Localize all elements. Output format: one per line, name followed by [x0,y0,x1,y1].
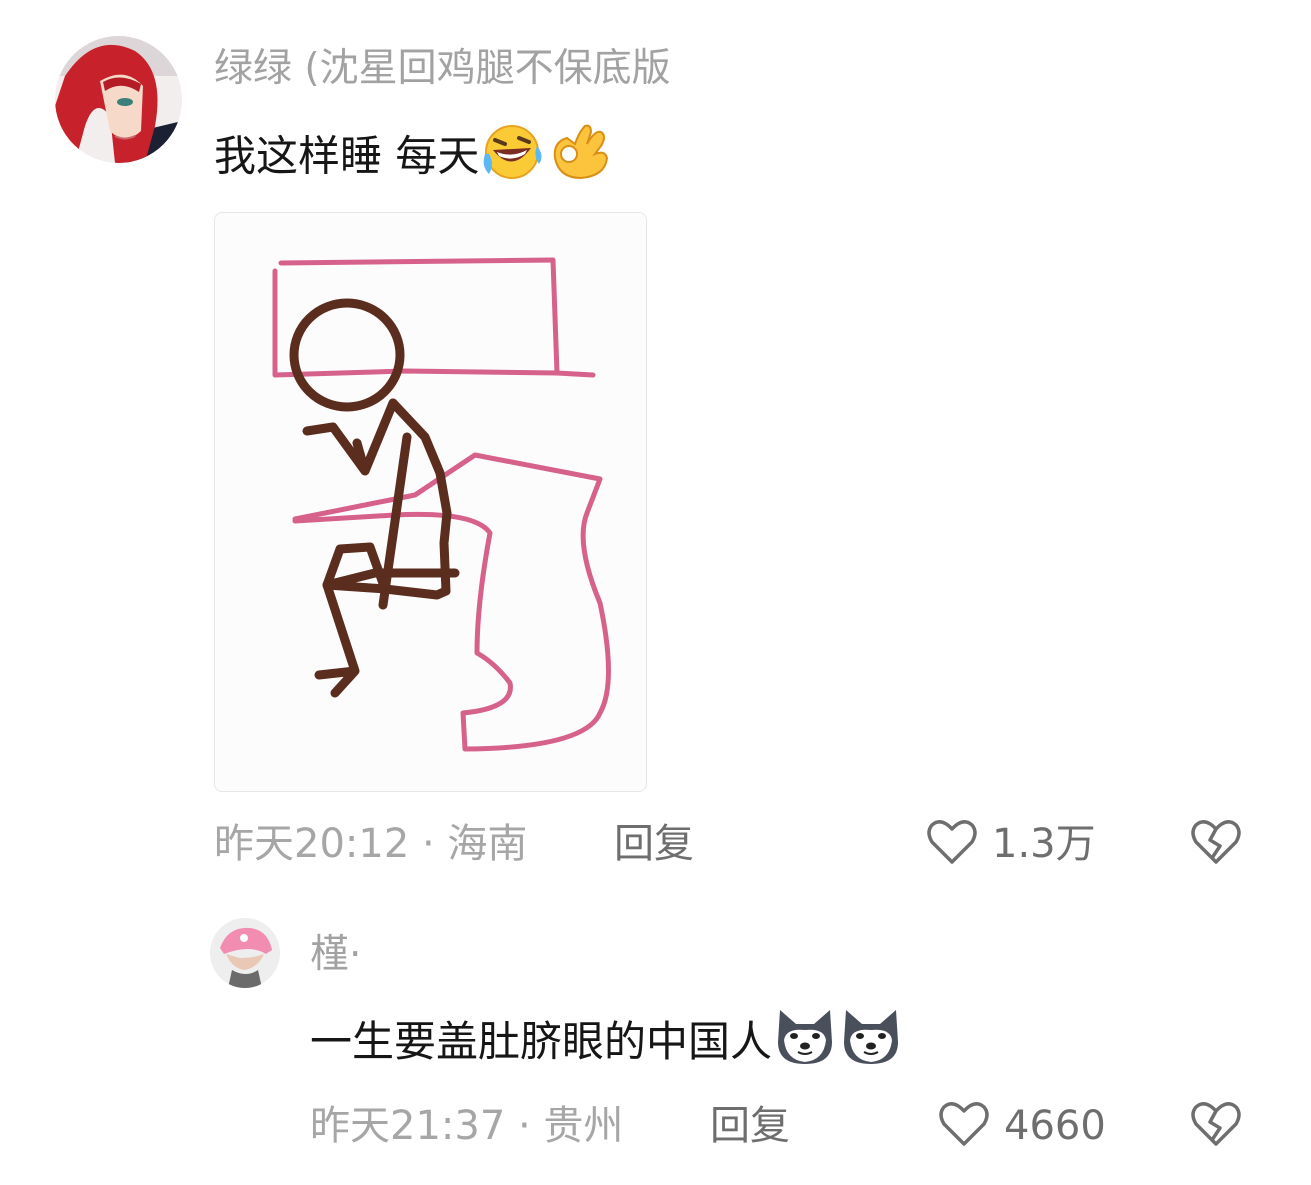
timestamp-location: 昨天21:37 · 贵州 [310,1103,624,1149]
husky-dog-emoji-icon [772,1004,838,1085]
heart-outline-icon [936,1096,992,1156]
reply-button[interactable]: 回复 [710,1098,790,1154]
like-count: 4660 [1004,1103,1106,1149]
comment-text: 一生要盖肚脐眼的中国人 [310,1004,904,1085]
attached-image[interactable] [214,212,647,792]
comment-item: 绿绿 (沈星回鸡腿不保底版 我这样睡 每天 昨天20:12 · 海南 回复 1.… [0,0,1311,880]
broken-heart-icon [1188,1102,1244,1156]
username[interactable]: 槿· [310,928,361,982]
reply-comment-item: 槿· 一生要盖肚脐眼的中国人 昨天21:37 · 贵州 回复 4660 [0,880,1311,1185]
comment-text: 我这样睡 每天 [214,120,611,198]
avatar[interactable] [210,918,280,988]
comment-text-content: 我这样睡 每天 [214,131,480,181]
avatar[interactable] [55,36,182,163]
husky-dog-emoji-icon [838,1004,904,1085]
like-count: 1.3万 [992,821,1096,867]
broken-heart-icon [1188,820,1244,874]
reply-button[interactable]: 回复 [614,816,694,872]
rolling-laughing-emoji-icon [479,120,545,198]
timestamp-location: 昨天20:12 · 海南 [214,821,528,867]
heart-outline-icon [924,814,980,874]
dislike-button[interactable] [1188,1096,1244,1156]
ok-hand-emoji-icon [545,120,611,198]
pillow-outline [272,257,596,378]
dislike-button[interactable] [1188,814,1244,874]
blanket-outline [292,452,611,752]
figure-head [289,298,405,412]
username[interactable]: 绿绿 (沈星回鸡腿不保底版 [214,42,671,96]
comment-text-content: 一生要盖肚脐眼的中国人 [310,1017,773,1066]
